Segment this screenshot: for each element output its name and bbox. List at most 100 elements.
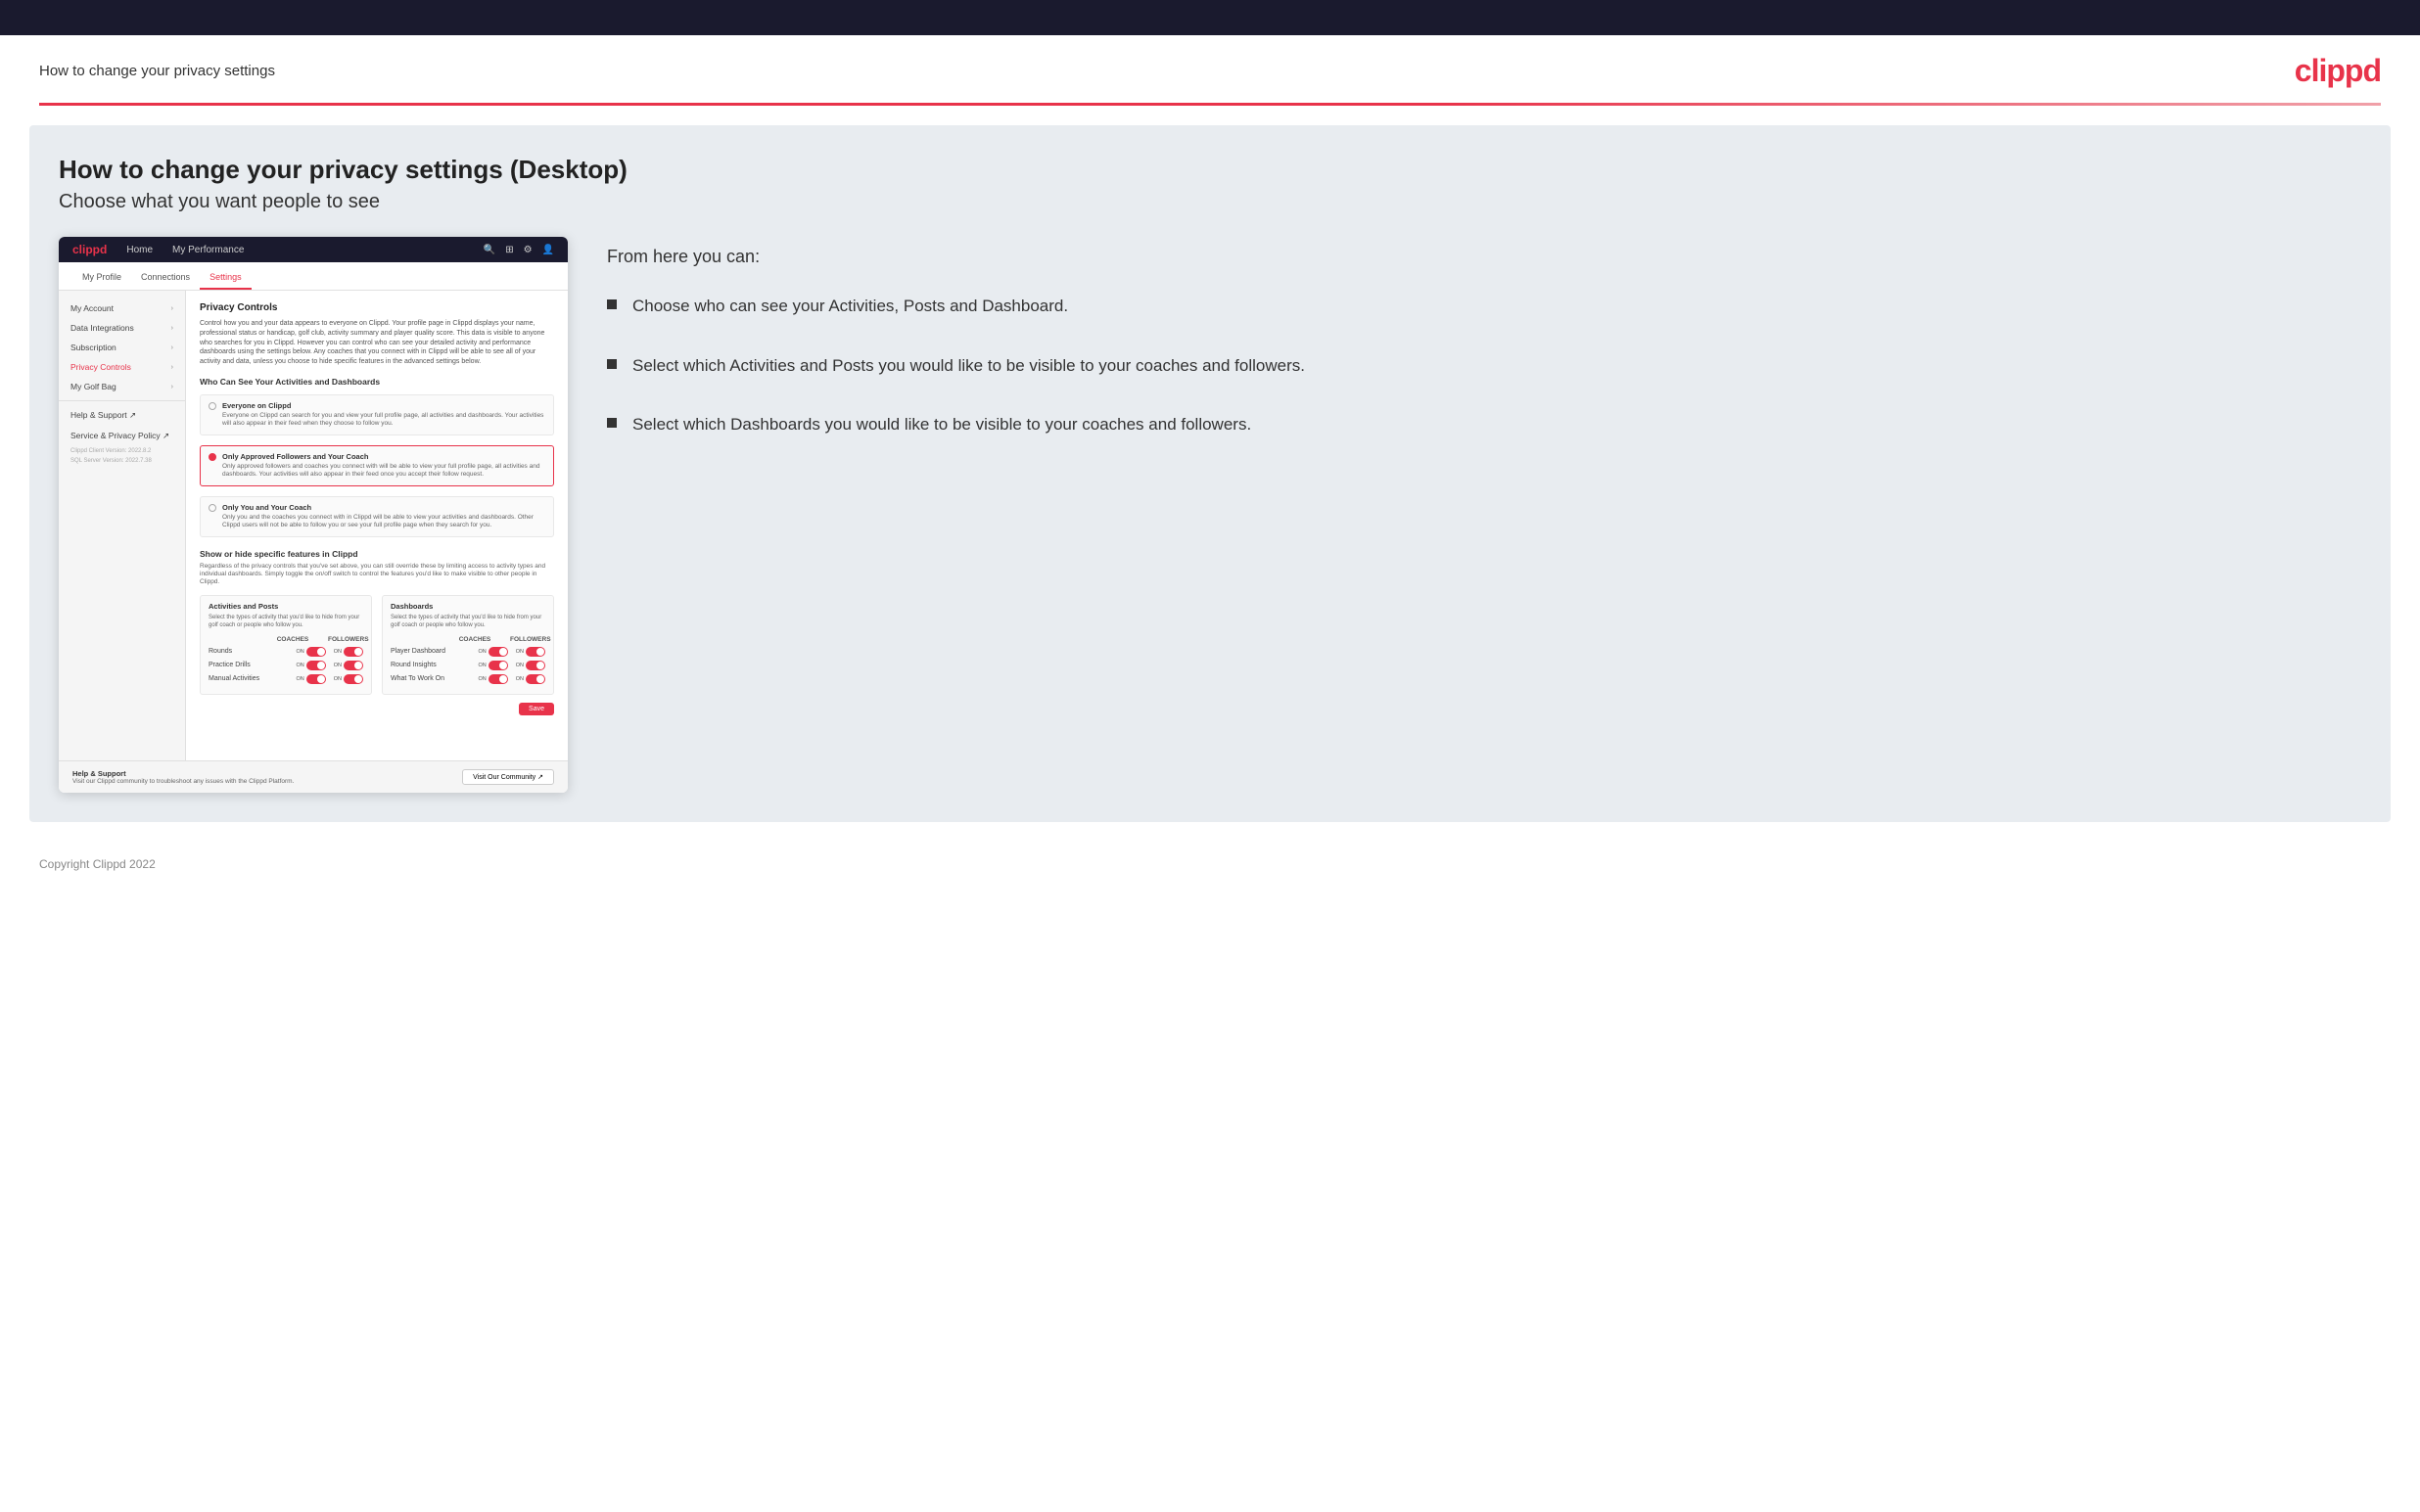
radio-coach-label: Only You and Your Coach: [222, 503, 545, 512]
dashboards-col-headers: COACHES FOLLOWERS: [391, 636, 545, 643]
wwo-followers-on-label: ON: [516, 676, 524, 682]
round-insights-followers-toggle[interactable]: ON: [516, 661, 545, 670]
radio-circle-coach: [209, 504, 216, 512]
wwo-coaches-on-label: ON: [479, 676, 487, 682]
sidebar-privacy-policy[interactable]: Service & Privacy Policy ↗: [59, 426, 185, 446]
sidebar-data-integrations[interactable]: Data Integrations ›: [59, 318, 185, 338]
dashboards-col-title: Dashboards: [391, 602, 545, 611]
manual-coaches-on-label: ON: [297, 676, 304, 682]
round-insights-followers-switch[interactable]: [526, 661, 545, 670]
player-dash-coaches-toggle[interactable]: ON: [479, 647, 508, 657]
dash-followers-header: FOLLOWERS: [510, 636, 545, 643]
settings-icon: ⚙: [524, 245, 533, 255]
mockup-sidebar: My Account › Data Integrations › Subscri…: [59, 291, 186, 760]
sidebar-my-account[interactable]: My Account ›: [59, 298, 185, 318]
dash-coaches-header: COACHES: [457, 636, 492, 643]
player-dash-coaches-switch[interactable]: [489, 647, 508, 657]
bullet-square-2: [607, 359, 617, 369]
round-insights-coaches-switch[interactable]: [489, 661, 508, 670]
mockup-main-panel: Privacy Controls Control how you and you…: [186, 291, 568, 760]
chevron-right-icon: ›: [171, 305, 173, 312]
manual-coaches-switch[interactable]: [306, 674, 326, 684]
mockup-nav-bar: clippd Home My Performance 🔍 ⊞ ⚙ 👤: [59, 237, 568, 262]
radio-followers-desc: Only approved followers and coaches you …: [222, 463, 545, 480]
round-insights-coaches-toggle[interactable]: ON: [479, 661, 508, 670]
practice-coaches-toggle[interactable]: ON: [297, 661, 326, 670]
practice-followers-switch[interactable]: [344, 661, 363, 670]
practice-followers-on-label: ON: [334, 663, 342, 668]
round-insights-label: Round Insights: [391, 662, 437, 668]
player-dash-followers-toggle[interactable]: ON: [516, 647, 545, 657]
radio-circle-everyone: [209, 402, 216, 410]
toggle-section-title: Show or hide specific features in Clippd: [200, 549, 554, 559]
sidebar-divider: [59, 400, 185, 401]
subnav-my-profile[interactable]: My Profile: [72, 268, 131, 290]
radio-followers[interactable]: Only Approved Followers and Your Coach O…: [200, 445, 554, 486]
rounds-followers-toggle[interactable]: ON: [334, 647, 363, 657]
practice-controls: ON ON: [297, 661, 364, 670]
rounds-coaches-on-label: ON: [297, 649, 304, 655]
page-subheading: Choose what you want people to see: [59, 191, 2361, 213]
subnav-settings[interactable]: Settings: [200, 268, 252, 290]
two-column-layout: clippd Home My Performance 🔍 ⊞ ⚙ 👤 My Pr…: [59, 237, 2361, 793]
sidebar-item-label: Help & Support ↗: [70, 410, 136, 421]
sidebar-privacy-controls[interactable]: Privacy Controls ›: [59, 357, 185, 377]
rounds-followers-on-label: ON: [334, 649, 342, 655]
manual-label: Manual Activities: [209, 675, 259, 682]
bullet-list: Choose who can see your Activities, Post…: [607, 295, 2361, 437]
activities-col-headers: COACHES FOLLOWERS: [209, 636, 363, 643]
privacy-controls-title: Privacy Controls: [200, 302, 554, 313]
wwo-followers-switch[interactable]: [526, 674, 545, 684]
save-button[interactable]: Save: [519, 703, 554, 715]
rounds-controls: ON ON: [297, 647, 364, 657]
sidebar-item-label: My Account: [70, 303, 114, 313]
rounds-coaches-toggle[interactable]: ON: [297, 647, 326, 657]
help-desc: Visit our Clippd community to troublesho…: [72, 778, 294, 785]
sidebar-my-golf-bag[interactable]: My Golf Bag ›: [59, 377, 185, 396]
practice-followers-toggle[interactable]: ON: [334, 661, 363, 670]
manual-followers-toggle[interactable]: ON: [334, 674, 363, 684]
practice-label: Practice Drills: [209, 662, 251, 668]
practice-coaches-switch[interactable]: [306, 661, 326, 670]
screenshot-area: clippd Home My Performance 🔍 ⊞ ⚙ 👤 My Pr…: [59, 237, 568, 793]
header-divider: [39, 103, 2381, 106]
player-dash-followers-switch[interactable]: [526, 647, 545, 657]
manual-coaches-toggle[interactable]: ON: [297, 674, 326, 684]
help-title: Help & Support: [72, 769, 294, 778]
radio-coach-desc: Only you and the coaches you connect wit…: [222, 514, 545, 530]
radio-everyone-desc: Everyone on Clippd can search for you an…: [222, 412, 545, 429]
page-heading: How to change your privacy settings (Des…: [59, 155, 2361, 185]
chevron-right-icon: ›: [171, 364, 173, 371]
activities-col-title: Activities and Posts: [209, 602, 363, 611]
manual-followers-switch[interactable]: [344, 674, 363, 684]
radio-coach-only[interactable]: Only You and Your Coach Only you and the…: [200, 496, 554, 537]
wwo-coaches-switch[interactable]: [489, 674, 508, 684]
rounds-coaches-switch[interactable]: [306, 647, 326, 657]
who-can-see-title: Who Can See Your Activities and Dashboar…: [200, 377, 554, 387]
mockup-browser: clippd Home My Performance 🔍 ⊞ ⚙ 👤 My Pr…: [59, 237, 568, 793]
round-insights-coaches-on-label: ON: [479, 663, 487, 668]
bullet-item-1: Choose who can see your Activities, Post…: [607, 295, 2361, 319]
subnav-connections[interactable]: Connections: [131, 268, 200, 290]
user-icon: 👤: [542, 245, 554, 255]
mockup-help-section: Help & Support Visit our Clippd communit…: [59, 760, 568, 793]
visit-community-button[interactable]: Visit Our Community ↗: [462, 769, 554, 785]
round-insights-followers-on-label: ON: [516, 663, 524, 668]
wwo-coaches-toggle[interactable]: ON: [479, 674, 508, 684]
wwo-followers-toggle[interactable]: ON: [516, 674, 545, 684]
coaches-header: COACHES: [275, 636, 310, 643]
dashboards-col: Dashboards Select the types of activity …: [382, 595, 554, 695]
sidebar-subscription[interactable]: Subscription ›: [59, 338, 185, 357]
rounds-followers-switch[interactable]: [344, 647, 363, 657]
mockup-nav-right: 🔍 ⊞ ⚙ 👤: [484, 245, 554, 255]
sidebar-help-support[interactable]: Help & Support ↗: [59, 405, 185, 426]
bullet-text-2: Select which Activities and Posts you wo…: [632, 354, 1305, 379]
radio-everyone-content: Everyone on Clippd Everyone on Clippd ca…: [222, 401, 545, 429]
copyright-text: Copyright Clippd 2022: [39, 857, 156, 871]
right-column: From here you can: Choose who can see yo…: [607, 237, 2361, 437]
toggle-row-player-dashboard: Player Dashboard ON ON: [391, 647, 545, 657]
radio-everyone[interactable]: Everyone on Clippd Everyone on Clippd ca…: [200, 394, 554, 435]
toggle-row-rounds: Rounds ON ON: [209, 647, 363, 657]
sidebar-item-label: My Golf Bag: [70, 382, 116, 391]
player-dashboard-controls: ON ON: [479, 647, 546, 657]
